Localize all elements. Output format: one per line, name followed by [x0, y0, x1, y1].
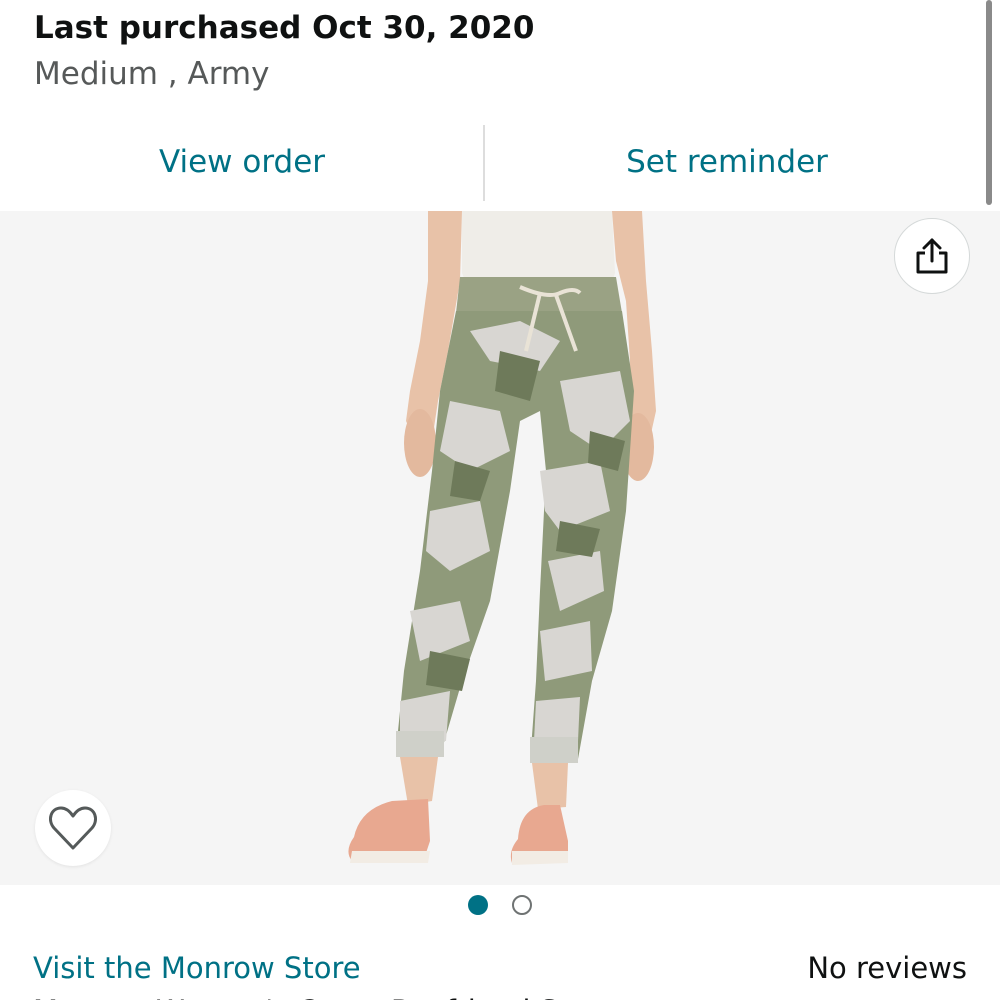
order-actions: View order Set reminder	[0, 122, 968, 202]
product-image	[348, 211, 656, 865]
divider	[483, 125, 485, 201]
carousel-dot[interactable]	[512, 895, 532, 915]
product-title: Monrow Women's Camo Boyfriend Sweatpants	[33, 990, 710, 1000]
product-image-carousel[interactable]	[0, 211, 1000, 885]
scrollbar[interactable]	[986, 0, 992, 205]
wishlist-button[interactable]	[35, 790, 111, 866]
share-icon	[916, 238, 948, 274]
reviews-count[interactable]: No reviews	[807, 947, 967, 989]
visit-store-link[interactable]: Visit the Monrow Store	[33, 947, 361, 989]
purchase-variant: Medium , Army	[34, 56, 270, 92]
last-purchased-title: Last purchased Oct 30, 2020	[34, 10, 535, 46]
carousel-dot-active[interactable]	[468, 895, 488, 915]
share-button[interactable]	[894, 218, 970, 294]
set-reminder-button[interactable]: Set reminder	[486, 122, 968, 202]
product-page: Last purchased Oct 30, 2020 Medium , Arm…	[0, 0, 1000, 1000]
view-order-button[interactable]: View order	[0, 122, 484, 202]
heart-icon	[49, 806, 97, 850]
carousel-pagination	[0, 893, 1000, 917]
